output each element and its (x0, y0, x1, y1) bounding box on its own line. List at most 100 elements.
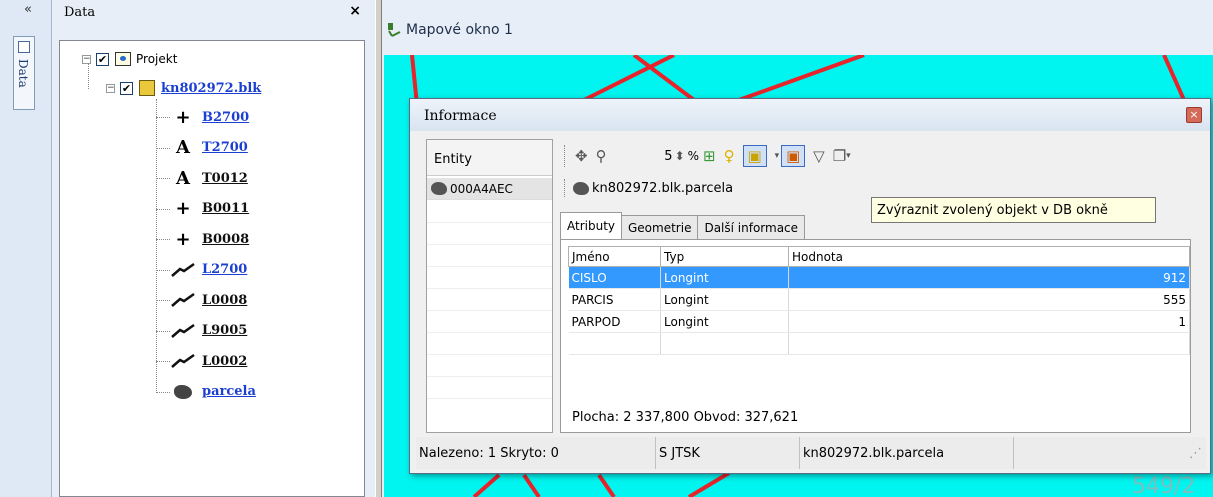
data-panel-title: Data (64, 5, 96, 20)
map-window-icon (388, 23, 401, 37)
info-detail-pane: ✥ ⚲ 5 ⬍ % ⊞ ♀ ▣ ▾ ▣ ▽ ❐ ▾ kn802972.blk.p… (560, 139, 1195, 433)
table-row[interactable]: PARPOD Longint 1 (568, 310, 1190, 333)
polygon-layer-icon (174, 384, 192, 399)
tree-layer-l2700[interactable]: L2700 (170, 260, 247, 280)
dialog-close-button[interactable]: × (1186, 107, 1202, 123)
polygon-icon (431, 182, 447, 195)
lightbulb-icon[interactable]: ♀ (724, 145, 735, 167)
parcel-boundary (522, 473, 541, 497)
side-strip: « Data (0, 0, 52, 497)
info-toolbar: ✥ ⚲ 5 ⬍ % ⊞ ♀ ▣ ▾ ▣ ▽ ❐ ▾ (564, 141, 1164, 171)
data-panel-close-button[interactable]: × (349, 3, 361, 19)
line-layer-icon (171, 262, 195, 277)
tree-layer-label[interactable]: B0011 (202, 201, 249, 216)
tree-node-label: Projekt (136, 52, 178, 66)
dropdown-arrow-icon[interactable]: ▾ (846, 145, 851, 167)
tree-layer-label[interactable]: T0012 (202, 171, 248, 186)
column-header-name[interactable]: Jméno (568, 246, 661, 267)
data-side-tab[interactable]: Data (13, 36, 35, 110)
tree-layer-l0002[interactable]: L0002 (170, 351, 247, 371)
tree-structure-icon (18, 41, 30, 53)
file-checkbox[interactable]: ✔ (120, 81, 133, 95)
table-row[interactable]: CISLO Longint 912 (568, 266, 1190, 289)
cell-type: Longint (660, 266, 789, 289)
tree-layer-label[interactable]: L9005 (202, 323, 247, 338)
map-window-title-text: Mapové okno 1 (406, 22, 513, 38)
data-panel: Data × − ✔ Projekt − ✔ kn802972.blk + B27… (52, 0, 375, 497)
cell-name: PARPOD (568, 310, 661, 333)
filter-icon[interactable]: ▽ (813, 145, 825, 167)
informace-dialog: Informace × Entity 000A4AEC ✥ ⚲ 5 ⬍ % ⊞ … (409, 98, 1211, 474)
text-layer-icon: A (176, 137, 190, 158)
panel-splitter[interactable] (375, 0, 382, 497)
tree-node-file[interactable]: − ✔ kn802972.blk (106, 78, 261, 98)
tree-layer-b0011[interactable]: + B0011 (170, 198, 249, 219)
cell-name: PARCIS (568, 288, 661, 311)
tree-layer-b2700[interactable]: + B2700 (170, 106, 249, 128)
layer-path: kn802972.blk.parcela (564, 179, 733, 197)
column-header-type[interactable]: Typ (660, 246, 789, 267)
dialog-title: Informace (424, 108, 497, 124)
entity-list-header: Entity (427, 140, 552, 176)
tree-layer-parcela[interactable]: parcela (170, 382, 256, 402)
tree-layer-label[interactable]: B2700 (202, 110, 249, 125)
collapse-toggle[interactable]: − (106, 83, 115, 93)
table-row[interactable]: PARCIS Longint 555 (568, 288, 1190, 311)
cell-type: Longint (660, 310, 789, 333)
tree-layer-label[interactable]: T2700 (202, 140, 248, 155)
pan-icon[interactable]: ✥ (575, 145, 588, 167)
tree-layer-l9005[interactable]: L9005 (170, 321, 247, 341)
parcel-boundary (687, 471, 731, 497)
tab-atributy[interactable]: Atributy (560, 212, 622, 239)
tooltip: Zvýraznit zvolený objekt v DB okně (871, 197, 1156, 223)
tree-layer-label[interactable]: B0008 (202, 232, 249, 247)
status-bar: Nalezeno: 1 Skryto: 0 S JTSK kn802972.bl… (416, 437, 1206, 469)
tree-layer-b0008[interactable]: + B0008 (170, 229, 249, 250)
tree-layer-t2700[interactable]: A T2700 (170, 137, 248, 158)
layer-path-text: kn802972.blk.parcela (592, 180, 734, 196)
zoom-percent-input[interactable]: 5 (615, 149, 672, 164)
point-layer-icon: + (175, 198, 191, 219)
status-layer: kn802972.blk.parcela (800, 437, 1014, 469)
collapse-toggle[interactable]: − (82, 54, 91, 64)
block-file-icon (139, 80, 155, 96)
tree-layer-label[interactable]: L0002 (202, 354, 247, 369)
area-perimeter-text: Plocha: 2 337,800 Obvod: 327,621 (572, 410, 799, 425)
tab-geometrie[interactable]: Geometrie (621, 215, 699, 239)
highlight-db-icon[interactable]: ▣ (781, 145, 806, 167)
tree-layer-l0008[interactable]: L0008 (170, 290, 247, 310)
parcel-boundary (738, 55, 865, 102)
cell-value: 555 (788, 288, 1190, 311)
line-layer-icon (171, 323, 195, 338)
dropdown-arrow-icon[interactable]: ▾ (775, 145, 780, 167)
tree-node-label[interactable]: kn802972.blk (161, 81, 261, 96)
dialog-titlebar[interactable]: Informace × (410, 99, 1210, 131)
collapse-panel-button[interactable]: « (24, 2, 32, 17)
status-crs: S JTSK (656, 437, 800, 469)
entity-id: 000A4AEC (450, 181, 513, 196)
tree-layer-t0012[interactable]: A T0012 (170, 168, 248, 189)
resize-grip-icon[interactable]: ⋰ (1014, 437, 1206, 469)
line-layer-icon (171, 292, 195, 307)
tree-layer-label[interactable]: L2700 (202, 262, 247, 277)
highlight-map-icon[interactable]: ▣ (742, 145, 767, 167)
copy-icon[interactable]: ❐ (833, 145, 846, 167)
zoom-to-fit-icon[interactable]: ⊞ (703, 145, 716, 167)
column-header-value[interactable]: Hodnota (788, 246, 1190, 267)
point-layer-icon: + (175, 106, 191, 128)
tree-layer-label[interactable]: L0008 (202, 293, 247, 308)
line-layer-icon (171, 353, 195, 368)
zoom-magnifier-icon[interactable]: ⚲ (596, 145, 607, 167)
cell-value: 1 (788, 310, 1190, 333)
parcel-boundary (1162, 55, 1186, 101)
data-tree: − ✔ Projekt − ✔ kn802972.blk + B2700 A T270… (59, 40, 365, 497)
data-side-tab-label: Data (16, 59, 30, 88)
zoom-unit: % (687, 149, 700, 163)
zoom-spinner-icon[interactable]: ⬍ (675, 145, 685, 167)
tab-dalsi-informace[interactable]: Další informace (697, 215, 806, 239)
projekt-checkbox[interactable]: ✔ (96, 52, 109, 66)
tree-node-projekt[interactable]: − ✔ Projekt (82, 49, 177, 69)
entity-list-item[interactable]: 000A4AEC (427, 178, 552, 200)
tree-layer-label[interactable]: parcela (202, 384, 256, 399)
entity-list: Entity 000A4AEC (426, 139, 553, 433)
